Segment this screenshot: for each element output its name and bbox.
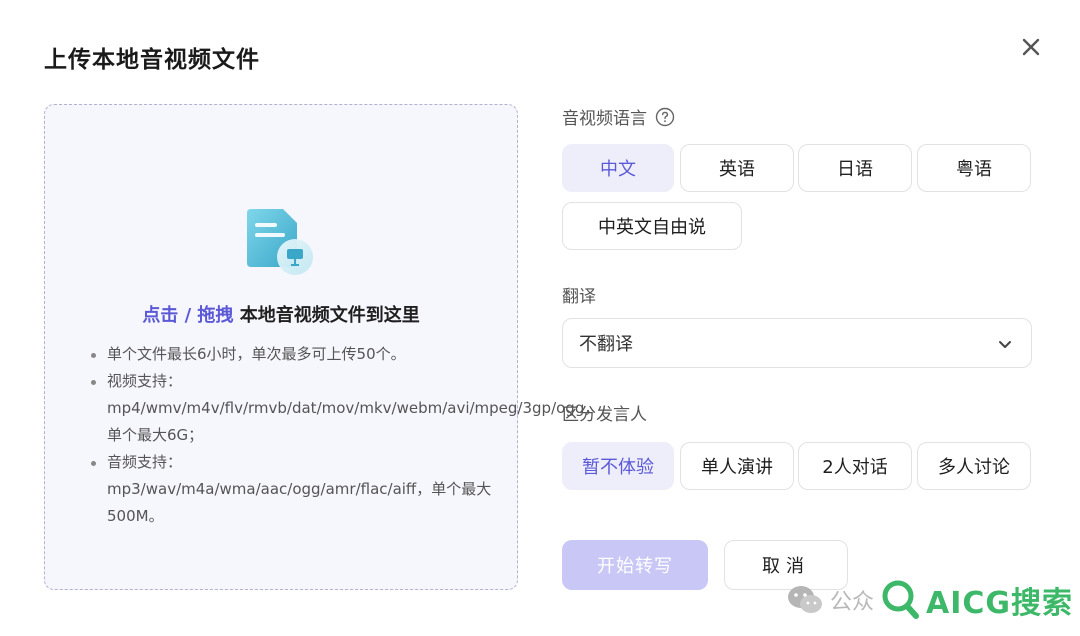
note-item: 视频支持：mp4/wmv/m4v/flv/rmvb/dat/mov/mkv/we… — [89, 368, 599, 449]
watermark-text-2: AICG搜索 — [926, 586, 1074, 621]
start-transcribe-button[interactable]: 开始转写 — [562, 540, 708, 590]
dropzone-headline: 点击 / 拖拽 本地音视频文件到这里 — [45, 301, 517, 327]
language-option-chinese[interactable]: 中文 — [562, 144, 674, 192]
wechat-icon — [788, 586, 822, 613]
language-option-mixed[interactable]: 中英文自由说 — [562, 202, 742, 250]
translation-select[interactable]: 不翻译 — [562, 318, 1032, 368]
language-option-cantonese[interactable]: 粤语 — [917, 144, 1031, 192]
upload-dropzone[interactable]: 点击 / 拖拽 本地音视频文件到这里 单个文件最长6小时，单次最多可上传50个。… — [44, 104, 599, 590]
speaker-option-none[interactable]: 暂不体验 — [562, 442, 674, 490]
click-upload-link[interactable]: 点击 — [142, 305, 178, 326]
upload-notes: 单个文件最长6小时，单次最多可上传50个。 视频支持：mp4/wmv/m4v/f… — [89, 341, 599, 530]
speaker-option-multi[interactable]: 多人讨论 — [917, 442, 1031, 490]
speaker-option-two[interactable]: 2人对话 — [798, 442, 912, 490]
translation-value: 不翻译 — [579, 334, 633, 355]
file-upload-icon — [247, 209, 313, 275]
search-q-icon — [882, 580, 920, 619]
speaker-option-single[interactable]: 单人演讲 — [680, 442, 794, 490]
watermark-text-1: 公众 — [830, 590, 875, 615]
speaker-label: 区分发言人 — [562, 405, 647, 425]
language-label-row: 音视频语言 — [562, 104, 675, 129]
drag-upload-link[interactable]: 拖拽 — [197, 305, 233, 326]
translation-label: 翻译 — [562, 287, 596, 307]
watermark: 公众 AICG搜索 — [786, 570, 1076, 630]
close-icon[interactable] — [1018, 34, 1044, 60]
language-option-english[interactable]: 英语 — [680, 144, 794, 192]
headline-separator: / — [178, 305, 198, 326]
note-item: 单个文件最长6小时，单次最多可上传50个。 — [89, 341, 499, 368]
headline-rest: 本地音视频文件到这里 — [233, 305, 420, 326]
note-item: 音频支持：mp3/wav/m4a/wma/aac/ogg/amr/flac/ai… — [89, 449, 499, 530]
chevron-down-icon — [999, 341, 1011, 348]
help-circle-icon[interactable] — [655, 107, 675, 127]
dialog-title: 上传本地音视频文件 — [44, 47, 260, 73]
language-option-japanese[interactable]: 日语 — [798, 144, 912, 192]
language-label: 音视频语言 — [562, 109, 647, 129]
